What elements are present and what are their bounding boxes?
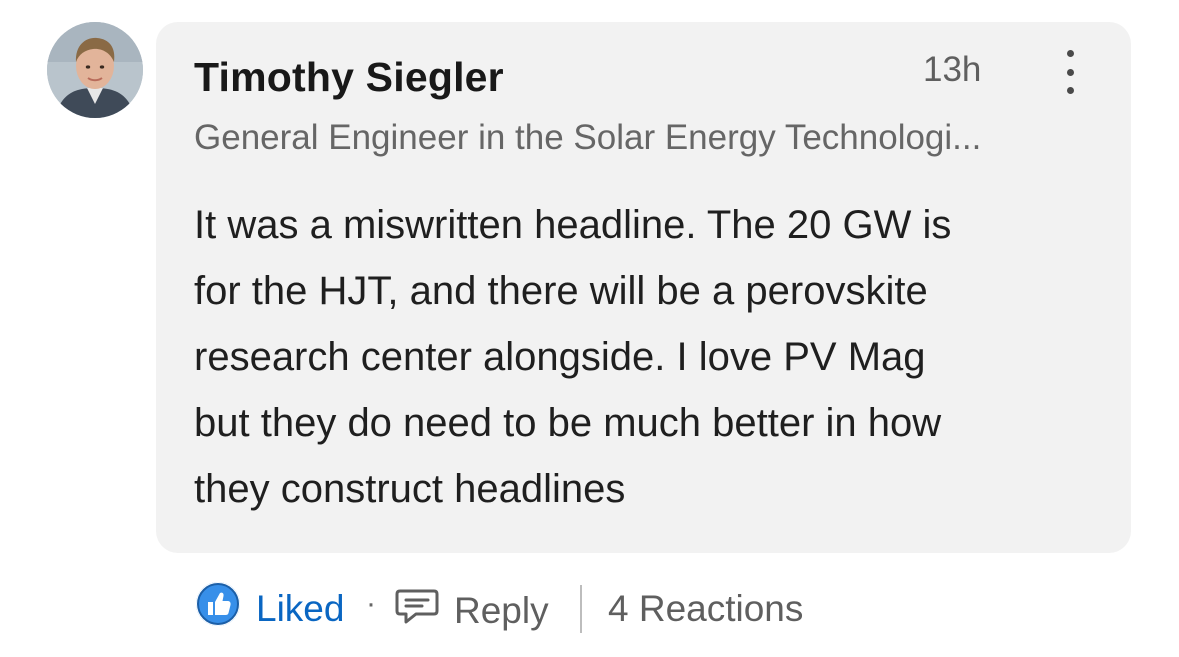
reply-button[interactable]: Reply: [454, 590, 549, 632]
comment-author-name[interactable]: Timothy Siegler: [194, 54, 504, 101]
avatar-photo: [47, 22, 143, 118]
liked-button[interactable]: Liked: [256, 588, 344, 630]
comment-actions-bar: Liked · Reply 4 Reactions: [196, 579, 956, 639]
speech-bubble-icon[interactable]: [394, 587, 440, 627]
action-divider: [580, 585, 582, 633]
more-options-icon[interactable]: [1052, 50, 1088, 94]
thumbs-up-icon[interactable]: [196, 582, 240, 626]
action-separator: ·: [366, 587, 376, 620]
comment-bubble: Timothy Siegler 13h General Engineer in …: [156, 22, 1131, 553]
more-options-dot: [1066, 68, 1074, 76]
avatar[interactable]: [47, 22, 143, 118]
reactions-count-link[interactable]: 4 Reactions: [608, 588, 803, 630]
more-options-dot: [1066, 87, 1074, 94]
comment-thread: Timothy Siegler 13h General Engineer in …: [0, 0, 1179, 657]
comment-timestamp: 13h: [923, 50, 982, 89]
author-headline: General Engineer in the Solar Energy Tec…: [194, 118, 982, 157]
comment-text: It was a miswritten headline. The 20 GW …: [194, 203, 952, 511]
more-options-dot: [1066, 50, 1074, 57]
